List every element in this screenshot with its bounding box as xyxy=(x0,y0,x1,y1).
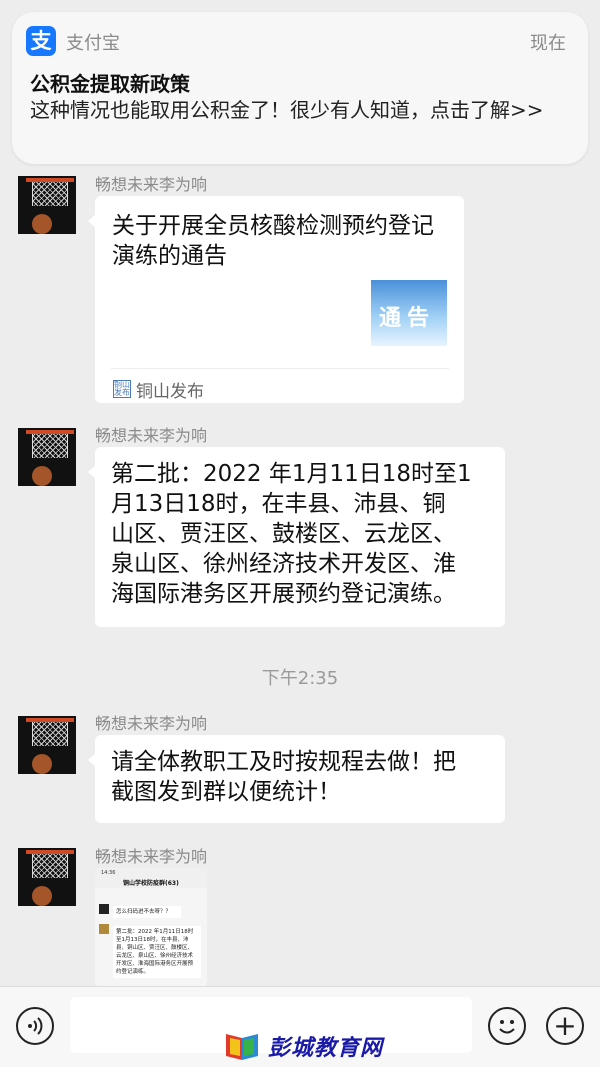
avatar[interactable] xyxy=(18,848,76,906)
screenshot-avatar xyxy=(99,924,109,934)
message-line: 第二批：2022 年1月11日18时至1 xyxy=(111,461,472,487)
watermark-text: 彭城教育网 xyxy=(268,1036,384,1061)
notification-app-name: 支付宝 xyxy=(66,33,120,54)
avatar[interactable] xyxy=(18,176,76,234)
screenshot-avatar xyxy=(99,904,109,914)
notification-title: 公积金提取新政策 xyxy=(30,72,190,96)
text-message[interactable]: 第二批：2022 年1月11日18时至1 月13日18时，在丰县、沛县、铜 山区… xyxy=(88,447,505,627)
message-line: 山区、贾汪区、鼓楼区、云龙区、 xyxy=(111,521,456,547)
plus-icon[interactable]: + xyxy=(546,1007,584,1045)
sender-name: 畅想未来李为响 xyxy=(95,426,208,445)
message-line: 月13日18时，在丰县、沛县、铜 xyxy=(111,491,446,517)
screenshot-title: 铜山学校防疫群(63) xyxy=(123,880,179,887)
source-logo-icon: 铜山 发布 xyxy=(113,380,131,398)
screenshot-message: 第二批：2022 年1月11日18时至1月13日18时，在丰县、沛县、铜山区、贾… xyxy=(113,926,201,978)
link-card-message[interactable]: 关于开展全员核酸检测预约登记演练的通告 通告 铜山 发布 铜山发布 xyxy=(88,196,464,403)
alipay-icon: 支 xyxy=(26,26,56,56)
sender-name: 畅想未来李为响 xyxy=(95,175,208,194)
screenshot-message: 怎么扫码进不去呀？？ xyxy=(113,906,181,918)
link-source: 铜山发布 xyxy=(136,382,204,402)
link-title: 关于开展全员核酸检测预约登记演练的通告 xyxy=(112,213,434,269)
avatar[interactable] xyxy=(18,428,76,486)
notification-time: 现在 xyxy=(530,33,566,54)
avatar[interactable] xyxy=(18,716,76,774)
sender-name: 畅想未来李为响 xyxy=(95,847,208,866)
message-line: 海国际港务区开展预约登记演练。 xyxy=(111,581,456,607)
watermark-book-icon xyxy=(222,1030,262,1060)
sender-name: 畅想未来李为响 xyxy=(95,714,208,733)
notification-body: 这种情况也能取用公积金了！很少有人知道，点击了解>> xyxy=(30,98,544,122)
divider xyxy=(111,368,449,369)
message-line: 请全体教职工及时按规程去做！把 xyxy=(111,749,456,775)
link-thumbnail: 通告 xyxy=(371,280,447,346)
screenshot-status-time: 14:36 xyxy=(101,870,116,876)
text-message[interactable]: 请全体教职工及时按规程去做！把 截图发到群以便统计！ xyxy=(88,735,505,823)
emoji-icon[interactable] xyxy=(488,1007,526,1045)
message-line: 泉山区、徐州经济技术开发区、淮 xyxy=(111,551,456,577)
notification-banner[interactable]: 支 支付宝 现在 公积金提取新政策 这种情况也能取用公积金了！很少有人知道，点击… xyxy=(12,12,588,164)
message-line: 截图发到群以便统计！ xyxy=(111,779,341,805)
voice-icon[interactable] xyxy=(16,1007,54,1045)
image-message[interactable]: 14:36 铜山学校防疫群(63) 怎么扫码进不去呀？？ 第二批：2022 年1… xyxy=(95,868,207,986)
time-separator: 下午2:35 xyxy=(261,668,339,689)
